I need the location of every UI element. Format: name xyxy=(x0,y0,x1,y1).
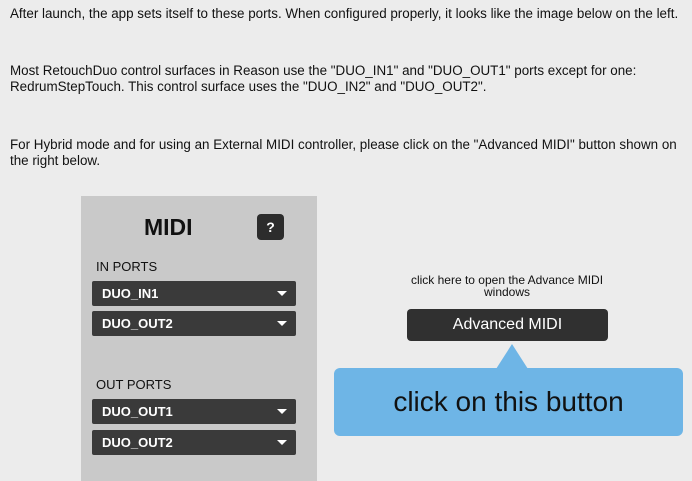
advanced-midi-button[interactable]: Advanced MIDI xyxy=(407,309,608,341)
instruction-paragraph-ports: Most RetouchDuo control surfaces in Reas… xyxy=(10,63,637,94)
out-port-dropdown-2-value: DUO_OUT2 xyxy=(102,435,173,450)
in-ports-label: IN PORTS xyxy=(96,259,158,274)
in-port-dropdown-1[interactable]: DUO_IN1 xyxy=(92,281,296,306)
callout-bubble: click on this button xyxy=(334,368,683,436)
out-port-dropdown-1[interactable]: DUO_OUT1 xyxy=(92,399,296,424)
chevron-down-icon xyxy=(277,440,287,445)
out-ports-label: OUT PORTS xyxy=(96,377,172,392)
in-port-dropdown-2-value: DUO_OUT2 xyxy=(102,316,173,331)
in-port-dropdown-2[interactable]: DUO_OUT2 xyxy=(92,311,296,336)
instruction-paragraph-launch: After launch, the app sets itself to the… xyxy=(10,6,679,21)
advanced-midi-hint: click here to open the Advance MIDI wind… xyxy=(410,273,604,299)
chevron-down-icon xyxy=(277,291,287,296)
midi-panel: MIDI ? IN PORTS DUO_IN1 DUO_OUT2 OUT POR… xyxy=(81,196,317,481)
callout-pointer xyxy=(496,344,528,369)
in-port-dropdown-1-value: DUO_IN1 xyxy=(102,286,159,301)
chevron-down-icon xyxy=(277,409,287,414)
midi-title: MIDI xyxy=(144,214,193,240)
out-port-dropdown-2[interactable]: DUO_OUT2 xyxy=(92,430,296,455)
chevron-down-icon xyxy=(277,321,287,326)
out-port-dropdown-1-value: DUO_OUT1 xyxy=(102,404,173,419)
help-button[interactable]: ? xyxy=(257,214,284,240)
instruction-paragraph-hybrid: For Hybrid mode and for using an Externa… xyxy=(10,137,677,168)
